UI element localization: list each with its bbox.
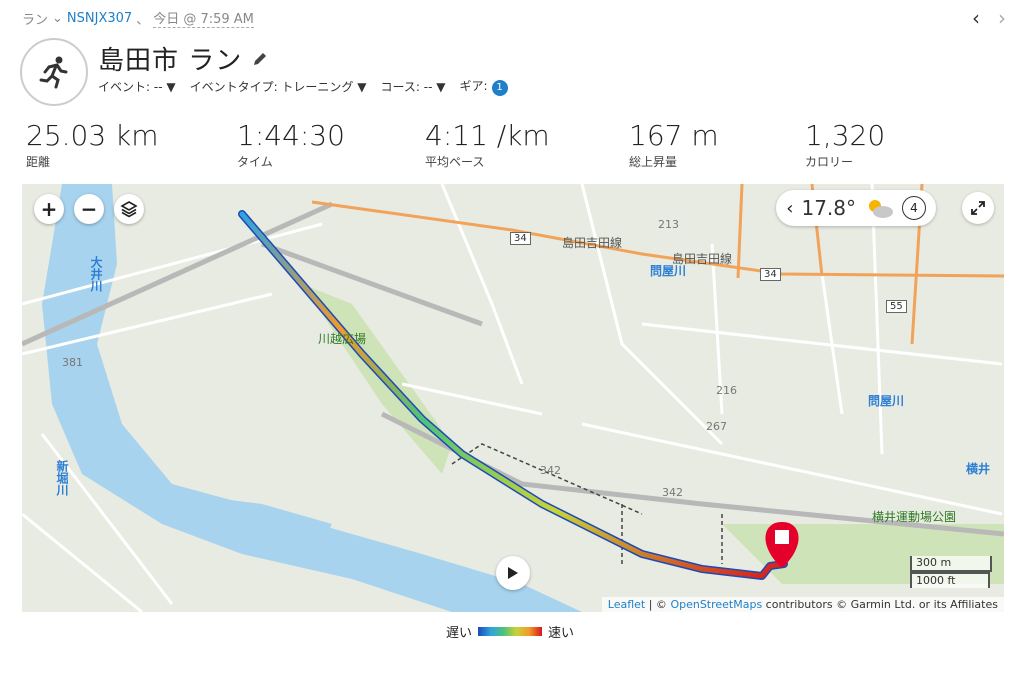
breadcrumb: ラン ⌄ NSNJX307 、 今日 @ 7:59 AM — [22, 8, 254, 28]
route-shield: 34 — [760, 268, 781, 281]
activity-title[interactable]: 島田市 ラン — [98, 40, 242, 77]
stat-label: 総上昇量 — [629, 155, 678, 169]
activity-type-link[interactable]: ラン — [22, 9, 48, 28]
running-avatar — [20, 38, 88, 106]
route-map[interactable]: 大井川 問屋川 問屋川 新堀川 川越広場 横井運動場公園 島田吉田線 島田吉田線… — [22, 184, 1004, 612]
zoom-out-button[interactable]: − — [74, 194, 104, 224]
stat-value: 25.03 km — [26, 119, 159, 152]
event-type-label: イベントタイプ: トレーニング — [189, 79, 354, 94]
fullscreen-button[interactable] — [962, 192, 994, 224]
scale-imperial: 1000 ft — [910, 572, 990, 588]
event-select[interactable]: イベント: -- ▼ — [98, 78, 176, 95]
map-scale: 300 m 1000 ft — [910, 556, 992, 588]
map-label-road-number: 267 — [706, 420, 727, 433]
map-label-road-number: 216 — [716, 384, 737, 397]
stats-row: 25.03 km 距離 1:44:30 タイム 4:11 /km 平均ペース 1… — [26, 120, 925, 170]
breadcrumb-separator: 、 — [136, 12, 150, 28]
legend-slow-label: 遅い — [446, 626, 473, 641]
gear-count-badge[interactable]: 1 — [491, 79, 508, 96]
map-label-river: 問屋川 — [868, 394, 905, 408]
next-arrow-icon[interactable]: › — [998, 6, 1006, 30]
map-label-road-number: 342 — [662, 486, 683, 499]
osm-link[interactable]: OpenStreetMaps — [670, 598, 762, 611]
play-icon — [508, 567, 518, 579]
stat-ascent: 167 m 総上昇量 — [629, 120, 805, 170]
event-label: イベント: -- — [98, 79, 163, 94]
map-attribution: Leaflet | © OpenStreetMaps contributors … — [601, 597, 1004, 612]
pencil-icon[interactable] — [252, 51, 268, 67]
route-shield: 55 — [886, 300, 907, 313]
river-oi — [42, 184, 582, 612]
stat-value: 1:44:30 — [237, 119, 345, 152]
route-shield: 34 — [510, 232, 531, 245]
stat-value: 4:11 /km — [425, 119, 550, 152]
stat-value: 167 m — [629, 119, 719, 152]
map-label-park: 横井運動場公園 — [872, 510, 957, 524]
map-label-road-number: 381 — [62, 356, 83, 369]
stat-label: 距離 — [26, 155, 51, 169]
course-select[interactable]: コース: -- ▼ — [380, 78, 445, 95]
stat-calories: 1,320 カロリー — [805, 120, 925, 170]
map-label-road-number: 213 — [658, 218, 679, 231]
expand-icon — [971, 201, 985, 215]
activity-nav: ‹ › — [972, 6, 1006, 30]
pace-gradient-bar — [478, 627, 543, 636]
zoom-in-button[interactable]: + — [34, 194, 64, 224]
device-link[interactable]: NSNJX307 — [67, 11, 132, 26]
map-label-road: 島田吉田線 — [562, 236, 623, 250]
stat-time: 1:44:30 タイム — [237, 120, 425, 170]
previous-arrow-icon[interactable]: ‹ — [972, 6, 980, 30]
meta-row: イベント: -- ▼ イベントタイプ: トレーニング ▼ コース: -- ▼ ギ… — [98, 77, 508, 96]
laps-indicator[interactable]: 4 — [902, 196, 926, 220]
stat-distance: 25.03 km 距離 — [26, 120, 237, 170]
stat-label: カロリー — [805, 155, 854, 169]
chevron-down-icon[interactable]: ⌄ — [52, 11, 63, 26]
weather-temperature: 17.8° — [801, 196, 856, 220]
stat-label: 平均ペース — [425, 155, 485, 169]
layers-icon — [120, 201, 138, 218]
map-label-river: 大井川 — [89, 256, 103, 292]
chevron-left-icon[interactable]: ‹ — [786, 198, 793, 219]
gear-label: ギア: — [459, 79, 488, 93]
scale-metric: 300 m — [910, 556, 992, 572]
map-label-road-number: 342 — [540, 464, 561, 477]
attribution-separator: | © — [645, 598, 671, 611]
stat-label: タイム — [237, 155, 273, 169]
layers-button[interactable] — [114, 194, 144, 224]
partly-cloudy-icon — [869, 200, 893, 218]
running-icon — [39, 56, 68, 89]
map-label-park: 川越広場 — [318, 332, 367, 346]
attribution-text: contributors © Garmin Ltd. or its Affili… — [762, 598, 998, 611]
legend-fast-label: 速い — [548, 626, 575, 641]
activity-time[interactable]: 今日 @ 7:59 AM — [153, 8, 254, 28]
course-label: コース: -- — [380, 79, 433, 94]
play-button[interactable] — [496, 556, 530, 590]
stat-pace: 4:11 /km 平均ペース — [425, 120, 629, 170]
laps-count: 4 — [910, 201, 918, 215]
map-label-place: 横井 — [966, 462, 991, 476]
map-label-road: 島田吉田線 — [672, 252, 733, 266]
event-type-select[interactable]: イベントタイプ: トレーニング ▼ — [190, 78, 367, 95]
stat-value: 1,320 — [805, 119, 886, 152]
pace-legend: 遅い 速い — [446, 622, 574, 641]
weather-widget[interactable]: ‹ 17.8° 4 — [776, 190, 936, 226]
map-label-river: 新堀川 — [55, 460, 69, 496]
leaflet-link[interactable]: Leaflet — [608, 598, 645, 611]
gear-link[interactable]: ギア: 1 — [459, 77, 508, 96]
map-tiles[interactable] — [22, 184, 1004, 612]
title-row: 島田市 ラン — [98, 40, 268, 77]
